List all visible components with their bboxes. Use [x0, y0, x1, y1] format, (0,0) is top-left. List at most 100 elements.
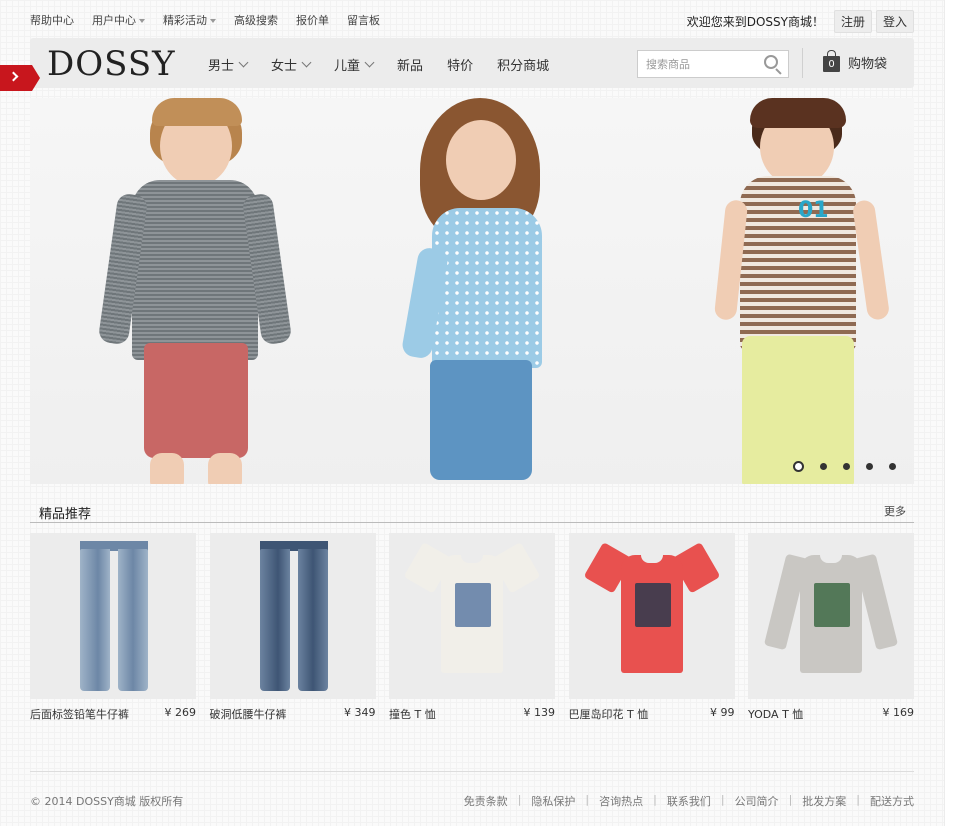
side-ribbon-arrow-icon[interactable]	[0, 65, 40, 91]
featured-section-header: 精品推荐 更多	[30, 498, 914, 523]
product-card[interactable]: 破洞低腰牛仔裤 ¥ 349	[209, 533, 376, 722]
tshirt-illustration	[583, 542, 720, 673]
product-name[interactable]: 破洞低腰牛仔裤	[210, 706, 287, 722]
product-price: ¥ 99	[710, 706, 735, 719]
footer-link-5[interactable]: 批发方案	[802, 793, 846, 809]
chevron-down-icon	[301, 57, 312, 68]
top-link-2[interactable]: 精彩活动	[163, 12, 216, 28]
register-button[interactable]: 注册	[833, 10, 872, 33]
footer-separator: |	[517, 793, 522, 806]
product-info: YODA T 恤 ¥ 169	[748, 706, 914, 722]
product-name[interactable]: 撞色 T 恤	[389, 706, 436, 722]
carousel-dot-5[interactable]	[889, 463, 896, 470]
longsleeve-illustration	[763, 553, 899, 673]
shirt-print-number: 01	[798, 198, 829, 223]
top-link-0[interactable]: 帮助中心	[30, 12, 74, 28]
logo[interactable]: DOSSY	[47, 44, 176, 84]
product-info: 巴厘岛印花 T 恤 ¥ 99	[569, 706, 735, 722]
nav-item-label: 新品	[397, 59, 424, 74]
product-info: 撞色 T 恤 ¥ 139	[389, 706, 555, 722]
nav-item-2[interactable]: 儿童	[334, 55, 375, 74]
carousel-dots	[777, 461, 896, 472]
page-container: 帮助中心 用户中心 精彩活动 高级搜索 报价单 留言板 欢迎您来到DOSSY商城！ 注册 …	[0, 0, 914, 808]
chevron-down-icon	[238, 57, 249, 68]
nav-item-1[interactable]: 女士	[271, 55, 312, 74]
welcome-text: 欢迎您来到DOSSY商城！	[686, 15, 824, 29]
nav-item-label: 男士	[208, 59, 235, 74]
product-name[interactable]: 巴厘岛印花 T 恤	[569, 706, 649, 722]
carousel-dot-4[interactable]	[866, 463, 873, 470]
product-image[interactable]	[389, 533, 555, 699]
footer-separator: |	[856, 793, 860, 806]
product-image[interactable]	[748, 533, 914, 699]
footer-separator: |	[585, 793, 590, 806]
product-price: ¥ 169	[882, 706, 915, 719]
footer-separator: |	[788, 793, 793, 806]
nav-item-label: 特价	[447, 59, 474, 74]
caret-down-icon	[210, 18, 216, 23]
footer-link-2[interactable]: 咨询热点	[599, 793, 643, 809]
footer-link-6[interactable]: 配送方式	[870, 793, 914, 809]
footer-link-0[interactable]: 免责条款	[464, 793, 508, 809]
top-link-label: 帮助中心	[30, 14, 74, 27]
product-card[interactable]: 撞色 T 恤 ¥ 139	[389, 533, 555, 722]
jeans-illustration	[259, 541, 328, 691]
nav-item-4[interactable]: 特价	[447, 55, 473, 74]
footer-link-4[interactable]: 公司简介	[735, 793, 779, 809]
banner-child-2	[392, 98, 572, 484]
product-name[interactable]: 后面标签铅笔牛仔裤	[30, 706, 129, 722]
top-links: 帮助中心 用户中心 精彩活动 高级搜索 报价单 留言板	[30, 12, 398, 28]
nav-menu: 男士 女士 儿童 新品 特价 积分商城	[208, 55, 573, 74]
cart-label: 购物袋	[848, 57, 888, 72]
nav-item-label: 女士	[271, 59, 298, 74]
top-link-1[interactable]: 用户中心	[92, 12, 145, 28]
caret-down-icon	[139, 18, 145, 23]
cart-button[interactable]: 0 购物袋	[823, 50, 888, 72]
footer-separator: |	[653, 793, 657, 806]
more-link[interactable]: 更多	[884, 503, 906, 519]
product-price: ¥ 269	[164, 706, 197, 719]
carousel-dot-3[interactable]	[843, 463, 850, 470]
search-icon[interactable]	[764, 55, 782, 75]
shopping-bag-icon: 0	[823, 50, 840, 72]
top-link-label: 用户中心	[92, 14, 136, 27]
section-title: 精品推荐	[39, 507, 92, 522]
top-link-3[interactable]: 高级搜索	[234, 12, 278, 28]
product-image[interactable]	[568, 533, 735, 699]
product-card[interactable]: YODA T 恤 ¥ 169	[748, 533, 914, 722]
chevron-down-icon	[364, 57, 375, 68]
search-box	[637, 50, 789, 78]
product-image[interactable]	[209, 533, 376, 699]
hero-banner[interactable]: 01	[30, 98, 914, 484]
product-card[interactable]: 后面标签铅笔牛仔裤 ¥ 269	[30, 533, 196, 722]
top-link-label: 留言板	[347, 14, 380, 27]
product-info: 后面标签铅笔牛仔裤 ¥ 269	[30, 706, 196, 722]
copyright-text: © 2014 DOSSY商城 版权所有	[30, 795, 184, 808]
footer-links: 免责条款 | 隐私保护 | 咨询热点 | 联系我们 | 公司简介 | 批发方案 | 配送方式	[464, 793, 914, 809]
product-price: ¥ 349	[344, 706, 376, 719]
product-card[interactable]: 巴厘岛印花 T 恤 ¥ 99	[568, 533, 735, 722]
top-link-label: 精彩活动	[163, 14, 207, 27]
nav-item-3[interactable]: 新品	[397, 55, 423, 74]
footer-separator: |	[720, 793, 725, 806]
login-button[interactable]: 登入	[875, 10, 914, 33]
top-link-label: 报价单	[296, 14, 329, 27]
footer-link-1[interactable]: 隐私保护	[531, 793, 575, 809]
top-link-5[interactable]: 留言板	[347, 12, 380, 28]
top-link-4[interactable]: 报价单	[296, 12, 329, 28]
nav-item-0[interactable]: 男士	[208, 55, 249, 74]
search-input[interactable]	[638, 51, 758, 77]
banner-child-3: 01	[710, 98, 900, 484]
product-info: 破洞低腰牛仔裤 ¥ 349	[210, 706, 376, 722]
product-image[interactable]	[30, 533, 196, 699]
footer-link-3[interactable]: 联系我们	[667, 793, 711, 809]
carousel-dot-2[interactable]	[820, 463, 827, 470]
nav-item-label: 积分商城	[497, 59, 550, 74]
nav-divider	[802, 48, 803, 78]
carousel-dot-1[interactable]	[793, 461, 804, 472]
tshirt-illustration	[403, 542, 541, 673]
nav-item-5[interactable]: 积分商城	[497, 55, 549, 74]
top-right: 欢迎您来到DOSSY商城！ 注册 登入	[687, 10, 914, 33]
banner-child-1	[97, 98, 293, 484]
product-name[interactable]: YODA T 恤	[748, 706, 803, 722]
